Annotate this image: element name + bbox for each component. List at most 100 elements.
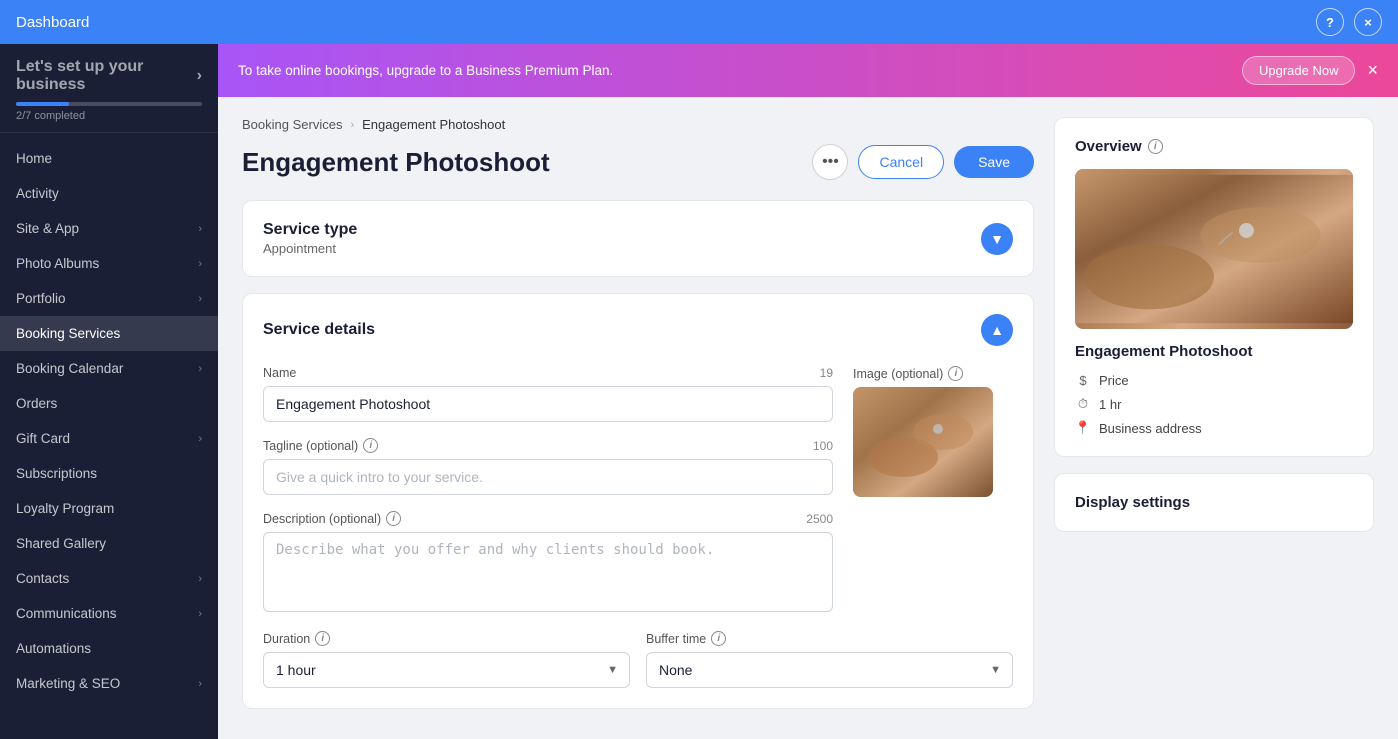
overview-service-name: Engagement Photoshoot (1075, 343, 1353, 360)
location-icon: 📍 (1075, 420, 1091, 436)
image-label-text: Image (optional) i (853, 366, 963, 381)
sidebar-item-communications[interactable]: Communications › (0, 596, 218, 631)
sidebar-item-home[interactable]: Home (0, 141, 218, 176)
sidebar-item-activity[interactable]: Activity (0, 176, 218, 211)
description-label-row: Description (optional) i 2500 (263, 511, 833, 526)
service-image-svg (853, 387, 993, 497)
more-options-button[interactable]: ••• (812, 144, 848, 180)
image-upload-area: Image (optional) i (853, 366, 1013, 615)
service-type-subtitle: Appointment (263, 241, 357, 256)
banner-actions: Upgrade Now × (1242, 56, 1378, 85)
left-column: Booking Services › Engagement Photoshoot… (242, 117, 1034, 719)
service-type-card-header: Service type Appointment ▼ (263, 221, 1013, 256)
chevron-right-icon: › (198, 678, 202, 690)
sidebar-item-orders[interactable]: Orders (0, 386, 218, 421)
service-image-preview[interactable] (853, 387, 993, 497)
sidebar-item-shared-gallery[interactable]: Shared Gallery (0, 526, 218, 561)
sidebar-item-photo-albums[interactable]: Photo Albums › (0, 246, 218, 281)
close-button[interactable]: × (1354, 8, 1382, 36)
overview-info-icon[interactable]: i (1148, 139, 1163, 154)
sidebar-item-subscriptions[interactable]: Subscriptions (0, 456, 218, 491)
chevron-down-icon: ▼ (990, 231, 1004, 247)
service-details-title: Service details (263, 321, 375, 339)
image-info-icon[interactable]: i (948, 366, 963, 381)
right-column: Overview i (1054, 117, 1374, 719)
service-type-title: Service type (263, 221, 357, 239)
overview-location-item: 📍 Business address (1075, 420, 1353, 436)
tagline-input[interactable] (263, 459, 833, 495)
tagline-label-row: Tagline (optional) i 100 (263, 438, 833, 453)
app-body: Let's set up your business › 2/7 complet… (0, 44, 1398, 739)
overview-price-label: Price (1099, 373, 1129, 388)
chevron-right-icon: › (198, 608, 202, 620)
header-actions: ••• Cancel Save (812, 144, 1034, 180)
sidebar-item-automations[interactable]: Automations (0, 631, 218, 666)
sidebar-progress-track (16, 102, 202, 106)
description-textarea[interactable] (263, 532, 833, 612)
content-area: To take online bookings, upgrade to a Bu… (218, 44, 1398, 739)
breadcrumb-parent[interactable]: Booking Services (242, 117, 342, 132)
description-info-icon[interactable]: i (386, 511, 401, 526)
cancel-button[interactable]: Cancel (858, 145, 944, 179)
help-button[interactable]: ? (1316, 8, 1344, 36)
chevron-right-icon: › (198, 573, 202, 585)
save-button[interactable]: Save (954, 146, 1034, 178)
chevron-right-icon: › (198, 258, 202, 270)
overview-duration-label: 1 hr (1099, 397, 1121, 412)
banner-text: To take online bookings, upgrade to a Bu… (238, 63, 613, 78)
sidebar-item-loyalty-program[interactable]: Loyalty Program (0, 491, 218, 526)
sidebar-item-gift-card[interactable]: Gift Card › (0, 421, 218, 456)
duration-buffer-row: Duration i 30 minutes 45 minutes 1 hour (263, 631, 1013, 688)
breadcrumb-current: Engagement Photoshoot (362, 117, 505, 132)
sidebar-item-booking-calendar[interactable]: Booking Calendar › (0, 351, 218, 386)
tagline-label-text: Tagline (optional) i (263, 438, 378, 453)
duration-select[interactable]: 30 minutes 45 minutes 1 hour 1.5 hours 2… (263, 652, 630, 688)
service-details-toggle-button[interactable]: ▲ (981, 314, 1013, 346)
upgrade-now-button[interactable]: Upgrade Now (1242, 56, 1356, 85)
sidebar-setup[interactable]: Let's set up your business › 2/7 complet… (0, 44, 218, 133)
image-label-row: Image (optional) i (853, 366, 1013, 381)
sidebar-item-contacts[interactable]: Contacts › (0, 561, 218, 596)
sidebar-item-booking-services[interactable]: Booking Services (0, 316, 218, 351)
overview-meta: $ Price ⏱ 1 hr 📍 Business address (1075, 372, 1353, 436)
breadcrumb: Booking Services › Engagement Photoshoot (242, 117, 1034, 132)
name-input[interactable] (263, 386, 833, 422)
sidebar-progress-text: 2/7 completed (16, 110, 202, 122)
chevron-up-icon: ▲ (990, 322, 1004, 338)
name-label-row: Name 19 (263, 366, 833, 380)
name-group: Name 19 Tagline (optional) i (263, 366, 833, 615)
chevron-right-icon: › (198, 363, 202, 375)
duration-info-icon[interactable]: i (315, 631, 330, 646)
display-settings-card: Display settings (1054, 473, 1374, 532)
breadcrumb-separator: › (350, 119, 354, 131)
service-type-toggle-button[interactable]: ▼ (981, 223, 1013, 255)
overview-title: Overview i (1075, 138, 1353, 155)
buffer-select[interactable]: None 15 minutes 30 minutes 1 hour (646, 652, 1013, 688)
name-char-count: 19 (820, 366, 833, 380)
overview-location-label: Business address (1099, 421, 1202, 436)
overview-image-svg (1075, 169, 1353, 329)
topbar: Dashboard ? × (0, 0, 1398, 44)
sidebar-progress-bar (16, 102, 69, 106)
overview-image-inner (1075, 169, 1353, 329)
overview-duration-item: ⏱ 1 hr (1075, 396, 1353, 412)
sidebar-item-marketing-seo[interactable]: Marketing & SEO › (0, 666, 218, 701)
price-icon: $ (1075, 372, 1091, 388)
banner-close-button[interactable]: × (1367, 60, 1378, 81)
sidebar-setup-title[interactable]: Let's set up your business › (16, 58, 202, 94)
buffer-info-icon[interactable]: i (711, 631, 726, 646)
topbar-title: Dashboard (16, 14, 89, 31)
tagline-info-icon[interactable]: i (363, 438, 378, 453)
sidebar-nav: Home Activity Site & App › Photo Albums … (0, 133, 218, 739)
description-char-count: 2500 (806, 512, 833, 526)
service-details-card: Service details ▲ Name 19 (242, 293, 1034, 709)
sidebar: Let's set up your business › 2/7 complet… (0, 44, 218, 739)
service-details-card-header: Service details ▲ (263, 314, 1013, 346)
buffer-label-row: Buffer time i (646, 631, 1013, 646)
chevron-right-icon: › (198, 293, 202, 305)
description-label-text: Description (optional) i (263, 511, 401, 526)
name-image-row: Name 19 Tagline (optional) i (263, 366, 1013, 615)
sidebar-item-site-app[interactable]: Site & App › (0, 211, 218, 246)
clock-icon: ⏱ (1075, 396, 1091, 412)
sidebar-item-portfolio[interactable]: Portfolio › (0, 281, 218, 316)
